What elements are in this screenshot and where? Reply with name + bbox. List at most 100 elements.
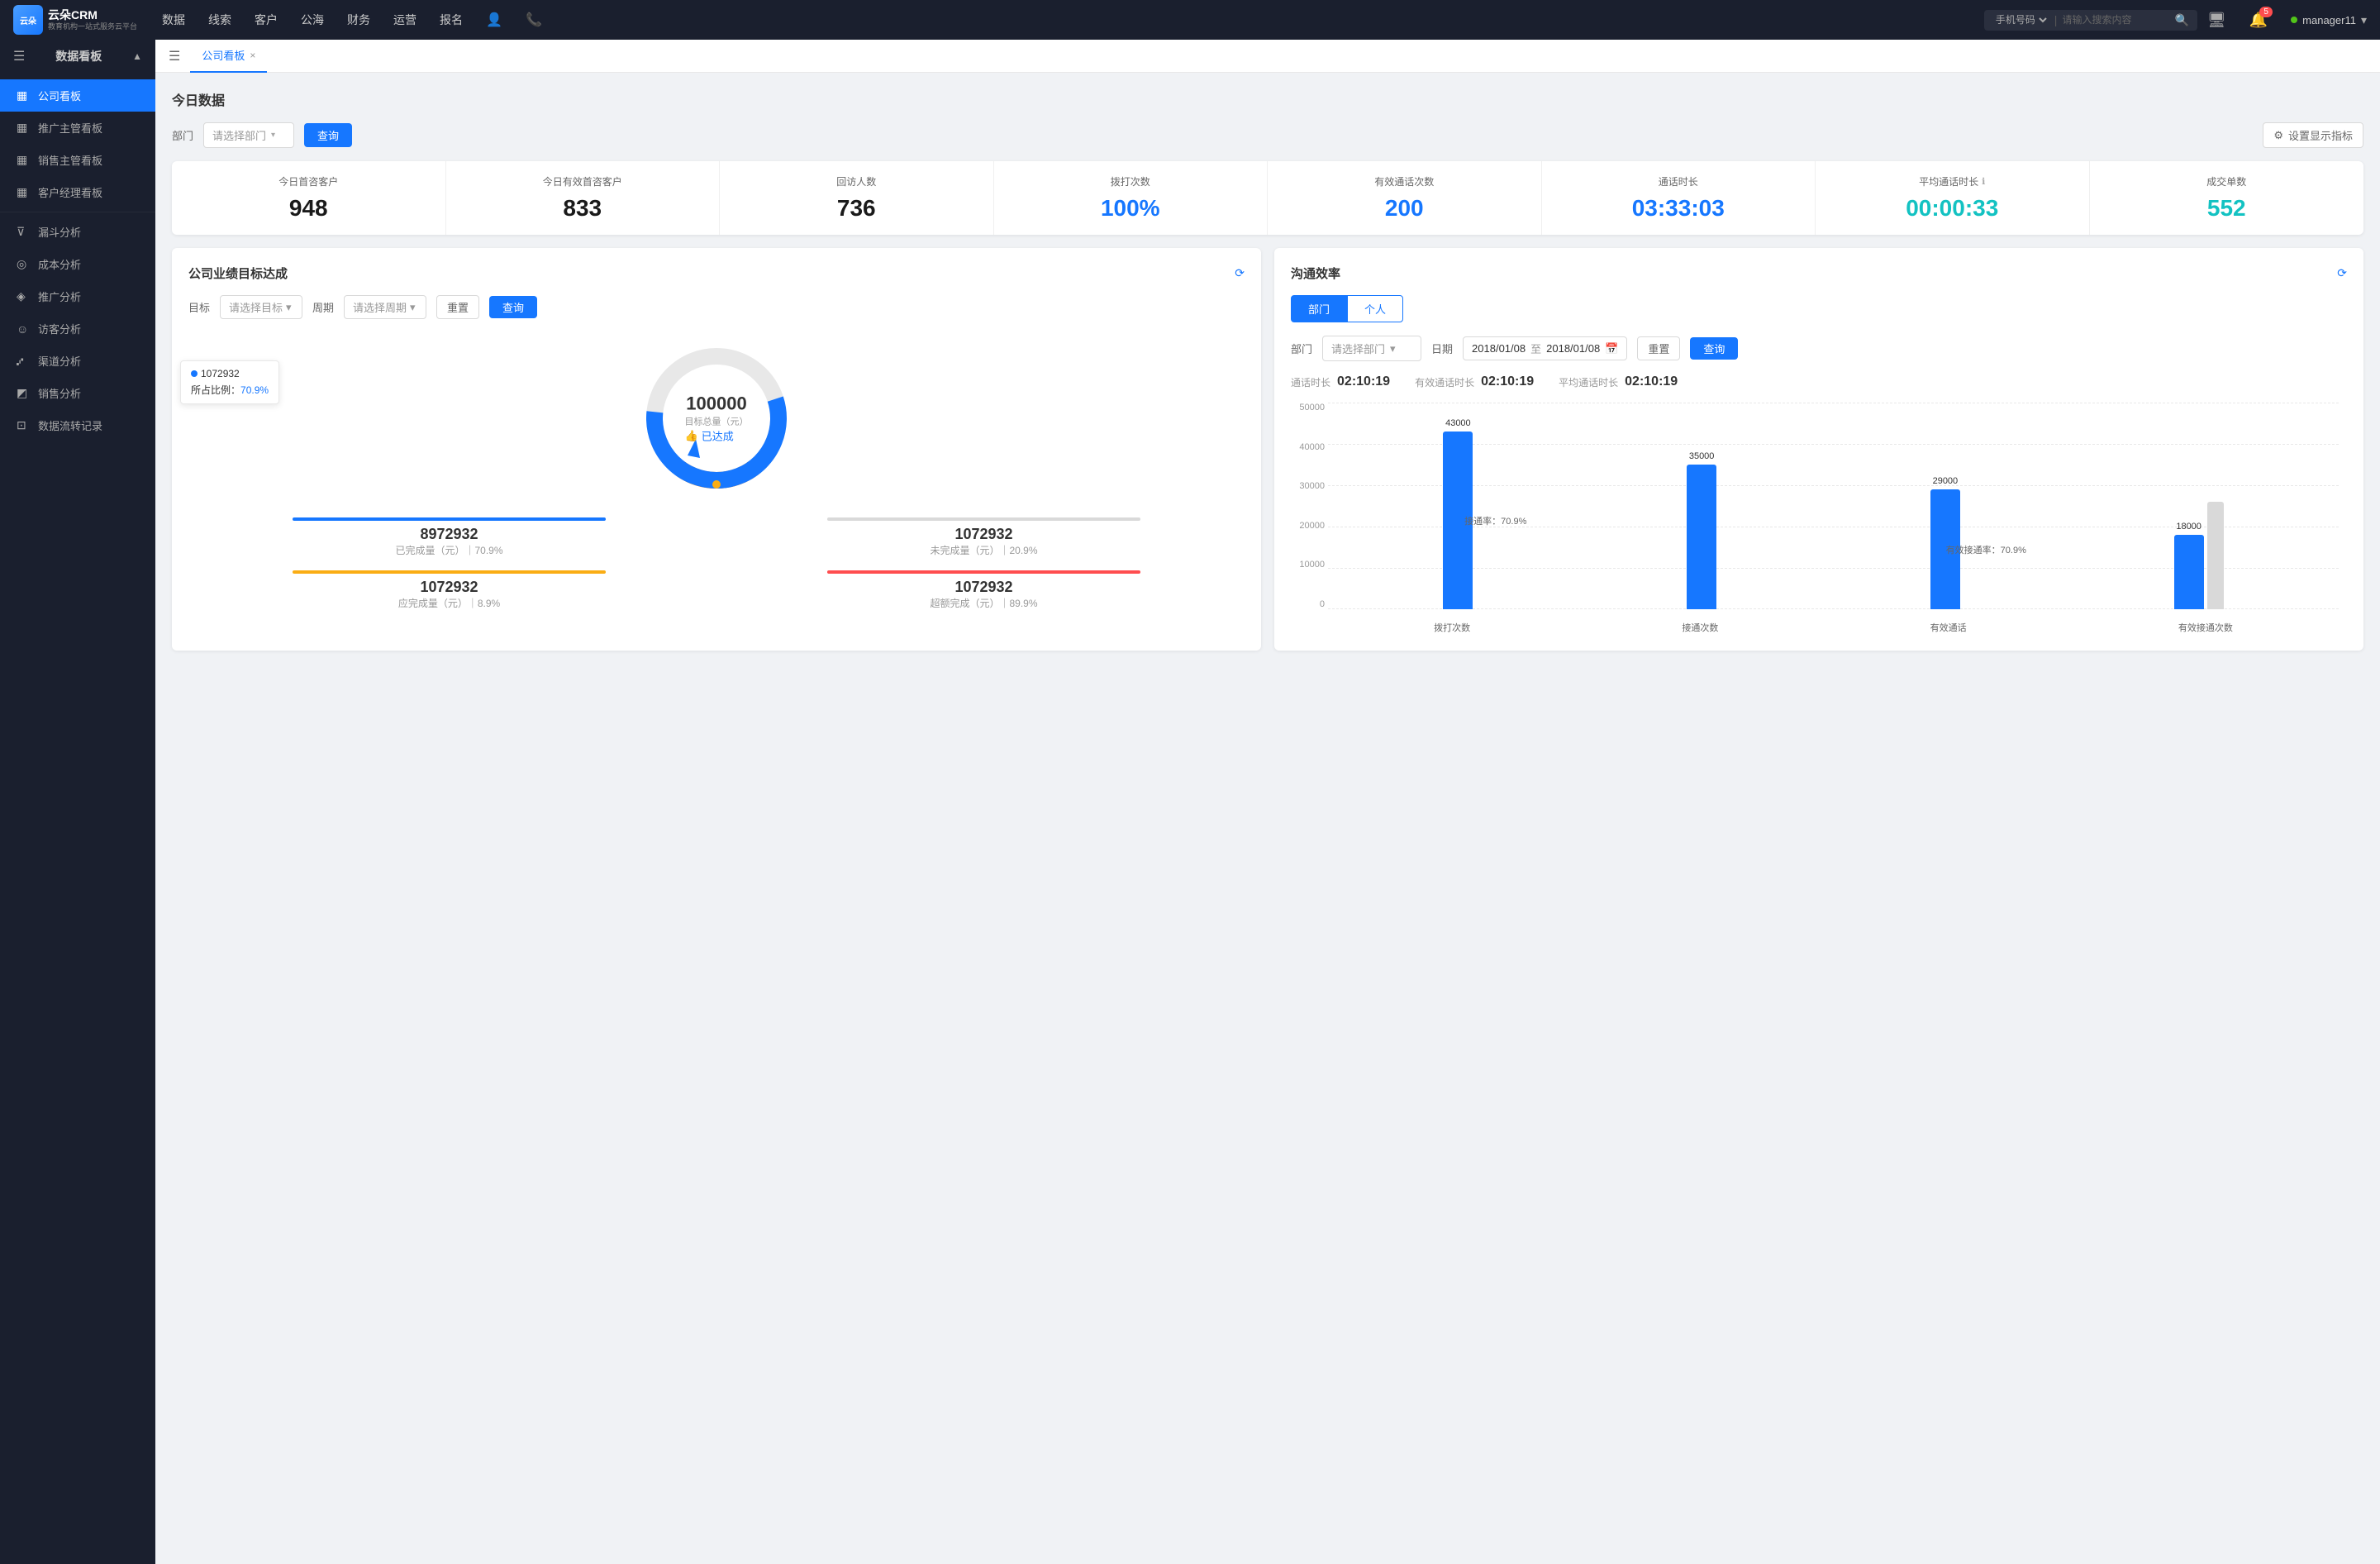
dept-filter-label: 部门 <box>172 127 193 143</box>
goal-target-select[interactable]: 请选择目标 ▾ <box>220 295 302 319</box>
comm-query-button[interactable]: 查询 <box>1690 337 1738 360</box>
sidebar: ☰ 数据看板 ▲ ▦ 公司看板 ▦ 推广主管看板 ▦ 销售主管看板 ▦ 客户经理… <box>0 40 155 1564</box>
tab-company-board[interactable]: 公司看板 × <box>190 40 267 73</box>
tab-close-icon[interactable]: × <box>250 50 255 61</box>
sidebar-collapse-icon[interactable]: ▲ <box>132 50 142 62</box>
sidebar-section-title: 数据看板 <box>55 48 102 64</box>
promo-icon: ◈ <box>17 289 30 303</box>
nav-item-ops[interactable]: 运营 <box>393 8 416 31</box>
sidebar-item-channel[interactable]: ⑇ 渠道分析 <box>0 345 155 377</box>
panels-row: 公司业绩目标达成 ⟳ 目标 请选择目标 ▾ 周期 请选择周期 ▾ <box>172 248 2363 651</box>
stat-effective-calls: 有效通话次数 200 <box>1268 161 1542 235</box>
nav-item-data[interactable]: 数据 <box>162 8 185 31</box>
comm-dept-arrow: ▾ <box>1390 342 1396 355</box>
nav-item-phone[interactable]: 📞 <box>526 8 542 31</box>
stat-first-consult: 今日首咨客户 948 <box>172 161 446 235</box>
sidebar-item-company-board[interactable]: ▦ 公司看板 <box>0 79 155 112</box>
comm-date-label: 日期 <box>1431 341 1453 356</box>
comm-dept-label: 部门 <box>1291 341 1312 356</box>
comm-reset-button[interactable]: 重置 <box>1637 336 1680 360</box>
search-type-select[interactable]: 手机号码 <box>1992 13 2049 26</box>
goal-period-select[interactable]: 请选择周期 ▾ <box>344 295 426 319</box>
bar-effective-connected <box>2174 535 2204 609</box>
stat-value-dial: 100% <box>1011 195 1251 222</box>
goal-panel-title: 公司业绩目标达成 <box>188 265 288 282</box>
goal-stat-incomplete: 1072932 未完成量（元）｜20.9% <box>723 517 1245 557</box>
sidebar-item-sales[interactable]: ◩ 销售分析 <box>0 377 155 409</box>
goal-panel: 公司业绩目标达成 ⟳ 目标 请选择目标 ▾ 周期 请选择周期 ▾ <box>172 248 1261 651</box>
donut-label: 目标总量（元） <box>685 415 749 428</box>
comm-date-range[interactable]: 2018/01/08 至 2018/01/08 📅 <box>1463 336 1627 360</box>
nav-item-ocean[interactable]: 公海 <box>301 8 324 31</box>
goal-reset-button[interactable]: 重置 <box>436 295 479 319</box>
stat-value-effective-consult: 833 <box>463 195 703 222</box>
comm-dept-select[interactable]: 请选择部门 ▾ <box>1322 336 1421 361</box>
stat-effective-consult: 今日有效首咨客户 833 <box>446 161 721 235</box>
settings-button[interactable]: ⚙ 设置显示指标 <box>2263 122 2363 148</box>
chart-x-labels: 拨打次数 接通次数 有效通话 有效接通次数 <box>1328 621 2339 634</box>
sidebar-item-account-manager[interactable]: ▦ 客户经理看板 <box>0 176 155 208</box>
stat-value-deals: 552 <box>2106 195 2348 222</box>
nav-item-customers[interactable]: 客户 <box>255 8 278 31</box>
settings-icon: ⚙ <box>2273 129 2283 142</box>
sidebar-item-promo-manager[interactable]: ▦ 推广主管看板 <box>0 112 155 144</box>
goal-controls: 目标 请选择目标 ▾ 周期 请选择周期 ▾ 重置 查询 <box>188 295 1245 319</box>
sidebar-item-sales-manager[interactable]: ▦ 销售主管看板 <box>0 144 155 176</box>
comm-stat-avg: 平均通话时长 02:10:19 <box>1559 374 1678 389</box>
sidebar-section-header[interactable]: ☰ 数据看板 ▲ <box>0 40 155 73</box>
dept-select[interactable]: 请选择部门 ▾ <box>203 122 294 148</box>
main-layout: ☰ 数据看板 ▲ ▦ 公司看板 ▦ 推广主管看板 ▦ 销售主管看板 ▦ 客户经理… <box>0 40 2380 1564</box>
cost-icon: ◎ <box>17 257 30 271</box>
comm-panel-header: 沟通效率 ⟳ <box>1291 265 2347 282</box>
donut-tooltip: 1072932 所占比例：70.9% <box>180 360 279 404</box>
sidebar-item-cost[interactable]: ◎ 成本分析 <box>0 248 155 280</box>
search-input[interactable] <box>2062 14 2169 26</box>
nav-item-finance[interactable]: 财务 <box>347 8 370 31</box>
nav-item-enroll[interactable]: 报名 <box>440 8 463 31</box>
comm-filters: 部门 请选择部门 ▾ 日期 2018/01/08 至 2018/01/08 📅 <box>1291 336 2347 361</box>
goal-period-arrow: ▾ <box>410 301 416 314</box>
goal-refresh-icon[interactable]: ⟳ <box>1235 266 1245 280</box>
sidebar-item-visitor[interactable]: ☺ 访客分析 <box>0 312 155 345</box>
today-query-button[interactable]: 查询 <box>304 123 352 147</box>
nav-item-leads[interactable]: 线索 <box>208 8 231 31</box>
sidebar-expand-icon: ☰ <box>13 48 25 64</box>
donut-value: 100000 <box>685 393 749 415</box>
tab-bar-toggle-icon[interactable]: ☰ <box>169 48 180 64</box>
notification-icon[interactable]: 🔔 5 <box>2249 12 2268 29</box>
goal-stats-grid: 8972932 已完成量（元）｜70.9% 1072932 未完成量（元）｜20… <box>188 517 1245 610</box>
goal-query-button[interactable]: 查询 <box>489 296 537 318</box>
donut-chart: 100000 目标总量（元） 👍已达成 <box>634 336 799 501</box>
logo-icon: 云朵 <box>13 5 43 35</box>
comm-duration-value: 02:10:19 <box>1337 374 1390 389</box>
x-label-effective: 有效通话 <box>1930 621 1967 634</box>
funnel-icon: ⊽ <box>17 225 30 239</box>
comm-tab-person[interactable]: 个人 <box>1347 295 1403 322</box>
bars-container: 43000 接通率：70.9% 35000 <box>1328 403 2339 609</box>
sales-manager-icon: ▦ <box>17 153 30 167</box>
sidebar-item-data-flow[interactable]: ⊡ 数据流转记录 <box>0 409 155 441</box>
user-info[interactable]: manager11 ▾ <box>2291 13 2367 27</box>
content-area: ☰ 公司看板 × 今日数据 部门 请选择部门 ▾ 查询 ⚙ <box>155 40 2380 1564</box>
comm-stat-duration: 通话时长 02:10:19 <box>1291 374 1390 389</box>
comm-refresh-icon[interactable]: ⟳ <box>2337 266 2347 280</box>
monitor-icon[interactable]: 🖥 <box>2207 12 2226 29</box>
dept-select-arrow: ▾ <box>271 131 275 140</box>
stat-value-call-duration: 03:33:03 <box>1559 195 1799 222</box>
comm-tab-dept[interactable]: 部门 <box>1291 295 1347 322</box>
nav-item-person[interactable]: 👤 <box>486 8 502 31</box>
search-icon[interactable]: 🔍 <box>2174 13 2188 27</box>
filter-left: 部门 请选择部门 ▾ 查询 <box>172 122 352 148</box>
content-body: 今日数据 部门 请选择部门 ▾ 查询 ⚙ 设置显示指标 今日 <box>155 73 2380 1564</box>
stat-call-duration: 通话时长 03:33:03 <box>1542 161 1816 235</box>
stat-avg-duration: 平均通话时长 ℹ 00:00:33 <box>1816 161 2090 235</box>
stat-dial: 拨打次数 100% <box>994 161 1269 235</box>
sidebar-item-promo[interactable]: ◈ 推广分析 <box>0 280 155 312</box>
comm-panel-title: 沟通效率 <box>1291 265 1340 282</box>
sidebar-item-funnel[interactable]: ⊽ 漏斗分析 <box>0 216 155 248</box>
bar-dial-main: 接通率：70.9% <box>1443 432 1473 609</box>
user-dropdown-icon[interactable]: ▾ <box>2361 13 2367 27</box>
filter-bar: 部门 请选择部门 ▾ 查询 ⚙ 设置显示指标 <box>172 122 2363 148</box>
comm-effective-value: 02:10:19 <box>1481 374 1534 389</box>
stat-revisit: 回访人数 736 <box>720 161 994 235</box>
